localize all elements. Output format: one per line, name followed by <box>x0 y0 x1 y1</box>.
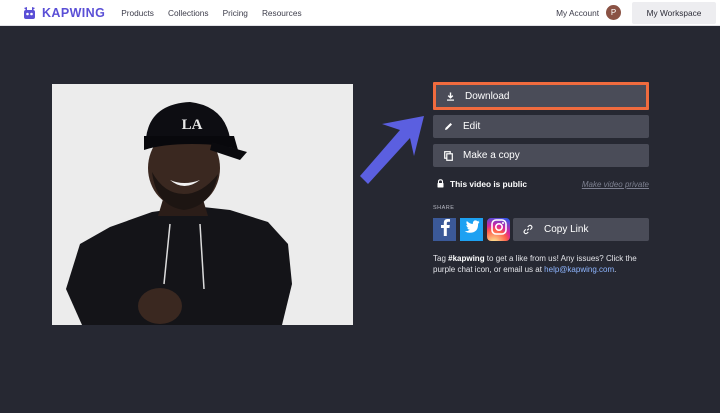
main-nav: Products Collections Pricing Resources <box>121 8 315 18</box>
support-email-link[interactable]: help@kapwing.com <box>544 265 614 274</box>
edit-button[interactable]: Edit <box>433 115 649 138</box>
instagram-share-button[interactable] <box>487 218 510 241</box>
twitter-share-button[interactable] <box>460 218 483 241</box>
facebook-share-button[interactable] <box>433 218 456 241</box>
info-prefix: Tag <box>433 254 449 263</box>
twitter-icon <box>463 220 480 239</box>
lock-icon <box>437 175 444 193</box>
arrow-pointer-icon <box>352 108 434 190</box>
make-copy-label: Make a copy <box>463 150 520 161</box>
visibility-status: This video is public <box>450 179 527 189</box>
hashtag: #kapwing <box>448 254 485 263</box>
svg-text:LA: LA <box>182 117 203 133</box>
make-private-link[interactable]: Make video private <box>582 180 649 189</box>
nav-pricing[interactable]: Pricing <box>223 8 248 18</box>
visibility-row: This video is public Make video private <box>437 178 649 190</box>
download-label: Download <box>465 90 510 102</box>
my-account-link[interactable]: My Account <box>556 8 599 18</box>
avatar[interactable]: P <box>606 5 621 20</box>
nav-products[interactable]: Products <box>121 8 154 18</box>
instagram-icon <box>490 219 507 240</box>
share-heading: SHARE <box>433 205 455 211</box>
copy-link-button[interactable]: Copy Link <box>513 218 649 241</box>
info-suffix: . <box>614 265 617 274</box>
top-navbar: KAPWING Products Collections Pricing Res… <box>0 0 720 26</box>
download-button[interactable]: Download <box>433 82 649 110</box>
brand-name: KAPWING <box>42 5 106 20</box>
my-workspace-button[interactable]: My Workspace <box>632 1 716 24</box>
edit-label: Edit <box>463 121 481 132</box>
link-icon <box>523 224 533 235</box>
nav-collections[interactable]: Collections <box>168 8 209 18</box>
facebook-icon <box>439 218 451 241</box>
nav-right: My Account P My Workspace <box>556 1 720 24</box>
nav-resources[interactable]: Resources <box>262 8 302 18</box>
copy-icon <box>443 150 453 161</box>
make-copy-button[interactable]: Make a copy <box>433 144 649 167</box>
brand-logo[interactable]: KAPWING <box>23 6 105 20</box>
download-icon <box>445 91 455 101</box>
video-thumbnail: LA <box>52 84 353 325</box>
video-preview[interactable]: LA <box>52 84 353 325</box>
pencil-icon <box>443 122 453 132</box>
copy-link-label: Copy Link <box>544 224 589 235</box>
kapwing-logo-icon <box>23 6 36 20</box>
share-info-text: Tag #kapwing to get a like from us! Any … <box>433 253 653 275</box>
